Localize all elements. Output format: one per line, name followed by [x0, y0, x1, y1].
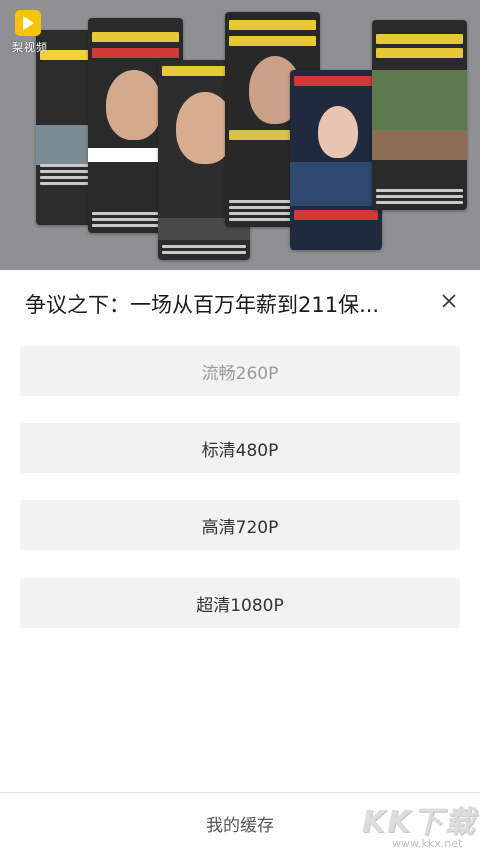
video-player[interactable]: 梨视频	[0, 0, 480, 270]
collage-card	[290, 70, 382, 250]
quality-option-1080p[interactable]: 超清1080P	[20, 578, 460, 628]
quality-option-720p[interactable]: 高清720P	[20, 500, 460, 550]
quality-option-480p[interactable]: 标清480P	[20, 423, 460, 473]
close-icon	[442, 294, 456, 308]
video-title: 争议之下：一场从百万年薪到211保...	[25, 293, 380, 317]
collage-card	[372, 20, 467, 210]
brand-logo: 梨视频	[8, 10, 52, 55]
close-button[interactable]	[436, 288, 462, 314]
my-cache-button[interactable]: 我的缓存	[0, 793, 480, 853]
quality-option-260p[interactable]: 流畅260P	[20, 346, 460, 396]
logo-text: 梨视频	[12, 41, 48, 54]
play-logo-icon	[15, 10, 41, 36]
